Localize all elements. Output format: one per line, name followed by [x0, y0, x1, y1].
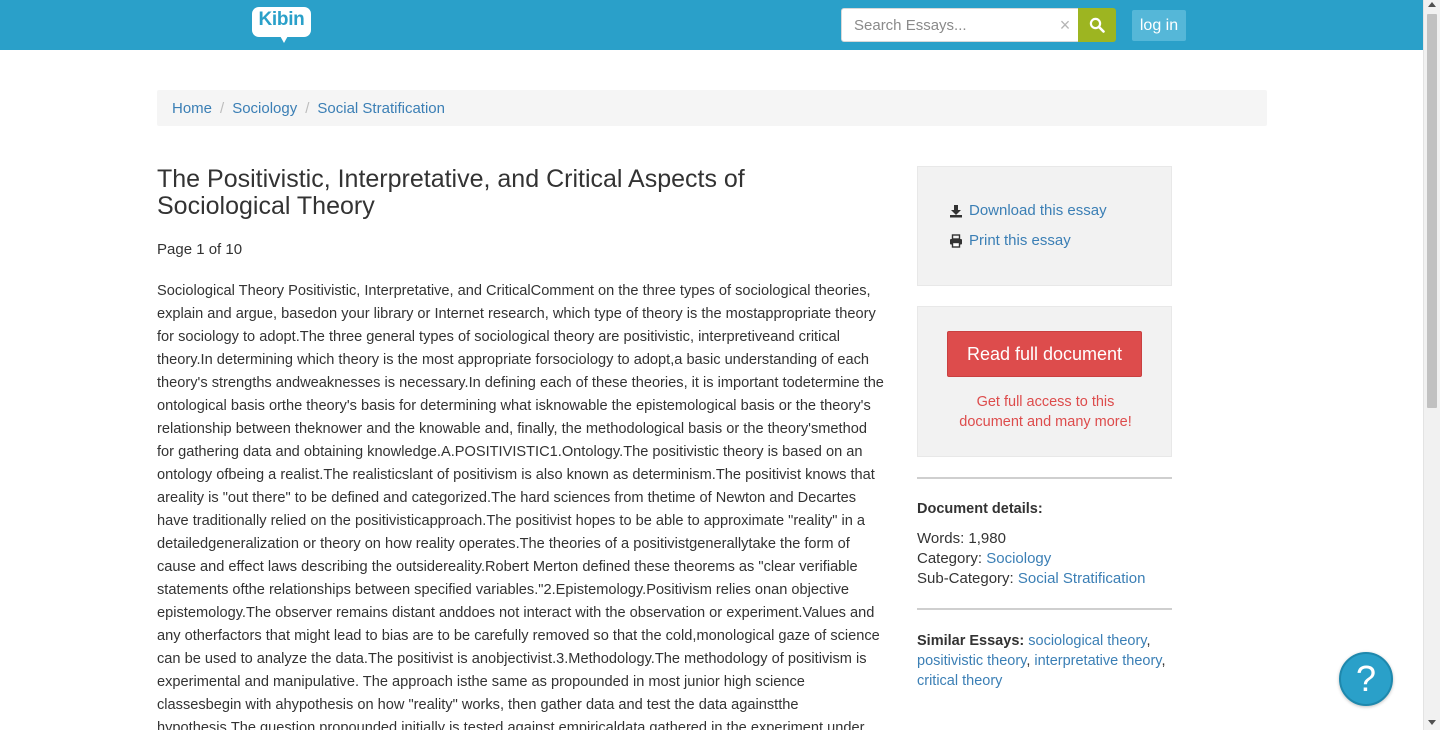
similar-essay-link[interactable]: positivistic theory — [917, 653, 1026, 669]
document-details-heading: Document details: — [917, 501, 1043, 517]
similar-essays: Similar Essays: sociological theory, pos… — [917, 633, 1166, 689]
print-essay-link[interactable]: Print this essay — [949, 232, 1071, 249]
search-box: × — [841, 8, 1079, 42]
read-full-document-button[interactable]: Read full document — [947, 331, 1142, 377]
subcategory-link[interactable]: Social Stratification — [1018, 570, 1146, 587]
category-link[interactable]: Sociology — [986, 550, 1051, 567]
clear-icon[interactable]: × — [1056, 15, 1074, 35]
breadcrumb-separator: / — [305, 99, 310, 117]
words-detail: Words: 1,980 — [917, 530, 1006, 547]
download-label[interactable]: Download this essay — [969, 202, 1107, 219]
help-button[interactable]: ? — [1339, 652, 1393, 706]
breadcrumb: Home / Sociology / Social Stratification — [157, 90, 1267, 126]
essay-body: Sociological Theory Positivistic, Interp… — [157, 283, 884, 730]
download-icon — [950, 204, 962, 217]
words-value: 1,980 — [968, 530, 1006, 547]
page-scrollbar[interactable] — [1423, 0, 1440, 730]
download-essay-link[interactable]: Download this essay — [949, 202, 1107, 219]
essay-actions-panel: Download this essay Print this essay — [917, 166, 1172, 286]
words-label: Words: — [917, 530, 965, 547]
search-icon — [1089, 17, 1105, 33]
essay-title: The Positivistic, Interpretative, and Cr… — [157, 165, 745, 220]
divider — [917, 608, 1172, 610]
divider — [917, 477, 1172, 479]
search-button[interactable] — [1078, 8, 1116, 42]
login-button[interactable]: log in — [1132, 10, 1186, 41]
breadcrumb-home[interactable]: Home — [172, 100, 212, 117]
scroll-up-arrow-icon[interactable] — [1428, 2, 1436, 7]
similar-essay-link[interactable]: critical theory — [917, 673, 1002, 689]
category-detail: Category: Sociology — [917, 550, 1051, 567]
full-access-text[interactable]: Get full access to this document and man… — [948, 392, 1143, 432]
search-input[interactable] — [842, 9, 1052, 41]
scrollbar-thumb[interactable] — [1427, 14, 1437, 408]
top-navbar — [0, 0, 1423, 50]
page-indicator: Page 1 of 10 — [157, 241, 243, 258]
scroll-down-arrow-icon[interactable] — [1428, 720, 1436, 725]
full-access-panel: Read full document Get full access to th… — [917, 306, 1172, 457]
similar-essays-label: Similar Essays: — [917, 633, 1025, 649]
logo-speech-tail — [279, 34, 289, 43]
similar-essay-link[interactable]: sociological theory — [1028, 633, 1146, 649]
printer-icon — [950, 233, 962, 248]
print-label[interactable]: Print this essay — [969, 232, 1071, 249]
logo-text[interactable]: Kibin — [252, 9, 311, 31]
similar-essay-link[interactable]: interpretative theory — [1034, 653, 1161, 669]
breadcrumb-social-stratification[interactable]: Social Stratification — [317, 100, 445, 117]
subcategory-label: Sub-Category: — [917, 570, 1014, 587]
category-label: Category: — [917, 550, 983, 567]
subcategory-detail: Sub-Category: Social Stratification — [917, 570, 1145, 587]
breadcrumb-separator: / — [220, 99, 225, 117]
breadcrumb-sociology[interactable]: Sociology — [232, 100, 297, 117]
